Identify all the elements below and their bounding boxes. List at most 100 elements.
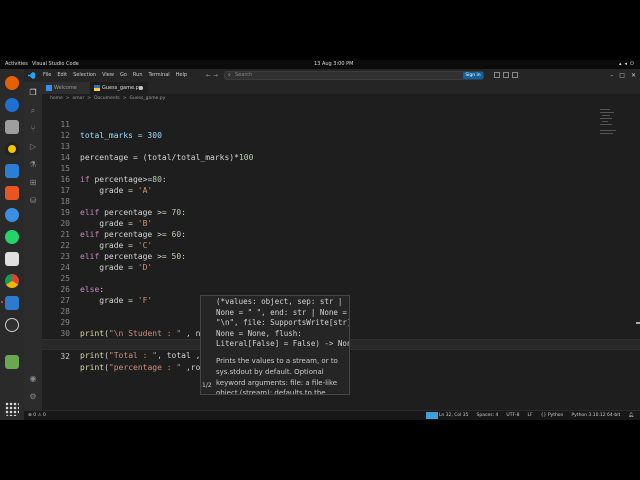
tab-welcome[interactable]: Welcome [42,82,90,94]
vscode-tab-icon [46,85,52,91]
writer-icon[interactable] [5,164,19,178]
menu-view[interactable]: View [102,69,114,82]
notifications-bell-icon[interactable]: 🔔︎ [628,411,634,420]
thunderbird-icon[interactable] [5,98,19,112]
breadcrumb-item[interactable]: home [50,96,63,102]
overload-pager[interactable]: 1/2 [202,382,212,389]
file-encoding[interactable]: UTF-8 [506,411,519,420]
desktop-screen: Activities Visual Studio Code 13 Aug 3:0… [0,60,640,420]
help-icon[interactable] [5,208,19,222]
tab-guess-game[interactable]: Guess_game.py [90,82,148,94]
clock[interactable]: 13 Aug 3:00 PM [314,60,353,69]
toggle-sidebar-icon[interactable] [494,72,500,78]
sign-in-button[interactable]: Sign in [463,72,483,79]
python-interpreter[interactable]: Python 3.10.12 64-bit [571,411,620,420]
menu-file[interactable]: File [43,69,51,82]
vscode-title-bar: File Edit Selection View Go Run Terminal… [24,69,640,82]
status-bar: ⊗ 0 ⚠ 0 Ln 32, Col 35 Spaces: 4 UTF-8 LF… [24,410,640,420]
search-icon: ⌕ [228,72,231,78]
volume-icon: ◂ [624,61,628,67]
code-text: "percentage : " [108,363,182,372]
code-line[interactable]: 14 [42,141,640,162]
rhythmbox-icon[interactable] [5,142,19,156]
obs-icon[interactable] [5,318,19,332]
code-line[interactable]: 19 grade = 'B' [42,196,640,228]
store-icon[interactable] [5,252,19,266]
run-debug-icon[interactable]: ▷ [28,142,38,152]
source-control-icon[interactable]: ⑂ [28,124,38,134]
menu-go[interactable]: Go [120,69,127,82]
indentation[interactable]: Spaces: 4 [477,411,499,420]
function-docstring: Prints the values to a stream, or to sys… [216,357,338,395]
close-icon[interactable]: ✕ [631,69,636,82]
app-menu-label[interactable]: Visual Studio Code [32,60,79,69]
code-line[interactable]: 17 [42,174,640,195]
menu-edit[interactable]: Edit [57,69,67,82]
menu-selection[interactable]: Selection [73,69,96,82]
command-center-search[interactable]: ⌕ Search [224,71,484,80]
code-text: print [80,363,105,372]
breadcrumb-separator: > [122,96,127,101]
menu-help[interactable]: Help [176,69,187,82]
code-line[interactable]: 20 elif percentage >= 60: [42,207,640,239]
minimap[interactable] [598,105,628,145]
toggle-panel-icon[interactable] [503,72,509,78]
testing-icon[interactable]: ⚗ [28,160,38,170]
vscode-logo-icon [28,72,35,79]
files-icon[interactable] [5,120,19,134]
toggle-secondary-sidebar-icon[interactable] [512,72,518,78]
search-view-icon[interactable]: ⌕ [28,106,38,116]
show-apps-icon[interactable] [5,402,19,416]
code-line[interactable]: 25 else: [42,262,640,294]
remote-indicator[interactable] [426,412,438,419]
firefox-icon[interactable] [5,76,19,90]
menu-run[interactable]: Run [133,69,143,82]
breadcrumb-separator: > [87,96,92,101]
code-line[interactable]: 16 grade = 'A' [42,163,640,195]
python-file-icon [94,85,100,91]
maximize-icon[interactable]: □ [619,69,625,82]
breadcrumb-item[interactable]: Guess_game.py [130,96,166,102]
code-line[interactable]: 22 elif percentage >= 50: [42,229,640,261]
gnome-top-bar: Activities Visual Studio Code 13 Aug 3:0… [0,60,640,69]
minimize-icon[interactable]: – [610,69,613,82]
code-text: "Total : " [108,351,158,360]
search-placeholder: Search [235,72,253,78]
explorer-icon[interactable]: ❐ [28,88,38,98]
chrome-icon[interactable] [5,274,19,288]
account-icon[interactable]: ◉ [28,374,38,384]
vscode-icon[interactable] [5,296,19,310]
settings-gear-icon[interactable]: ⚙ [28,392,38,402]
end-of-line[interactable]: LF [528,411,533,420]
remote-explorer-icon[interactable]: ⛁ [28,196,38,206]
problems-indicator[interactable]: ⊗ 0 ⚠ 0 [28,411,46,420]
breadcrumb-item[interactable]: Documents [94,96,120,102]
code-line[interactable]: 23 grade = 'D' [42,240,640,272]
nav-back-forward[interactable]: ← → [206,69,218,82]
ubuntu-dock [0,69,24,420]
code-text: print [80,351,105,360]
cursor-position[interactable]: Ln 32, Col 35 [439,411,469,420]
activities-button[interactable]: Activities [5,60,28,69]
software-center-icon[interactable] [5,186,19,200]
unsaved-dot-icon[interactable] [139,86,143,90]
code-line[interactable]: 13 percentage = (total/total_marks)*100 [42,130,640,162]
trash-icon[interactable] [5,355,19,369]
code-line[interactable]: 24 [42,251,640,272]
language-mode[interactable]: {} Python [541,411,564,420]
code-line[interactable]: 12 [42,119,640,140]
code-line[interactable]: 18 elif percentage >= 70: [42,185,640,217]
code-line[interactable]: 26 grade = 'F' [42,273,640,305]
extensions-icon[interactable]: ⊞ [28,178,38,188]
parameter-hint-popup[interactable]: (*values: object, sep: str | None = " ",… [200,295,350,395]
breadcrumb-item[interactable]: omar [73,96,85,102]
whatsapp-icon[interactable] [5,230,19,244]
system-tray[interactable]: ▴ ◂ ⏻ [619,60,634,69]
menu-terminal[interactable]: Terminal [149,69,170,82]
code-line[interactable]: 27 [42,284,640,305]
code-text: , total , [157,351,201,360]
code-line[interactable]: 11 total_marks = 300 [42,108,640,140]
code-line[interactable]: 21 grade = 'C' [42,218,640,250]
activity-bar: ❐ ⌕ ⑂ ▷ ⚗ ⊞ ⛁ ◉ ⚙ [24,82,42,410]
code-line[interactable]: 15 if percentage>=80: [42,152,640,184]
